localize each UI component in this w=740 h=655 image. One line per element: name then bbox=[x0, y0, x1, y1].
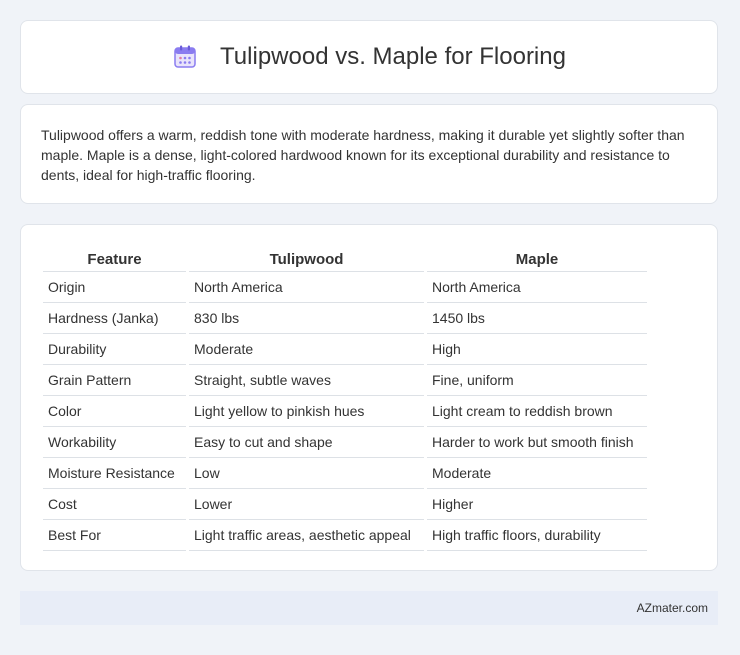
feature-cell: Grain Pattern bbox=[43, 365, 186, 396]
feature-cell: Moisture Resistance bbox=[43, 458, 186, 489]
table-row: Best For Light traffic areas, aesthetic a… bbox=[43, 520, 647, 551]
maple-cell: 1450 lbs bbox=[427, 303, 647, 334]
table-header-row: Feature Tulipwood Maple bbox=[43, 245, 647, 272]
footer-brand: AZmater.com bbox=[636, 601, 708, 615]
maple-cell: North America bbox=[427, 272, 647, 303]
maple-cell: High bbox=[427, 334, 647, 365]
feature-cell: Color bbox=[43, 396, 186, 427]
tulipwood-cell: Straight, subtle waves bbox=[189, 365, 424, 396]
tulipwood-cell: North America bbox=[189, 272, 424, 303]
maple-cell: High traffic floors, durability bbox=[427, 520, 647, 551]
tulipwood-cell: Easy to cut and shape bbox=[189, 427, 424, 458]
tulipwood-cell: Light yellow to pinkish hues bbox=[189, 396, 424, 427]
table-row: Grain Pattern Straight, subtle waves Fine,… bbox=[43, 365, 647, 396]
page-title: Tulipwood vs. Maple for Flooring bbox=[220, 43, 566, 70]
calendar-icon bbox=[172, 44, 198, 70]
table-row: Color Light yellow to pinkish hues Light c… bbox=[43, 396, 647, 427]
table-row: Durability Moderate High bbox=[43, 334, 647, 365]
feature-cell: Best For bbox=[43, 520, 186, 551]
footer: AZmater.com bbox=[20, 591, 718, 625]
tulipwood-cell: Lower bbox=[189, 489, 424, 520]
table-row: Workability Easy to cut and shape Harder t… bbox=[43, 427, 647, 458]
feature-cell: Durability bbox=[43, 334, 186, 365]
table-row: Origin North America North America bbox=[43, 272, 647, 303]
table-row: Moisture Resistance Low Moderate bbox=[43, 458, 647, 489]
comparison-table-card: Feature Tulipwood Maple Origin North Amer… bbox=[20, 224, 718, 571]
comparison-table: Feature Tulipwood Maple Origin North Amer… bbox=[40, 245, 650, 551]
tulipwood-cell: 830 lbs bbox=[189, 303, 424, 334]
table-row: Hardness (Janka) 830 lbs 1450 lbs bbox=[43, 303, 647, 334]
maple-cell: Light cream to reddish brown bbox=[427, 396, 647, 427]
table-row: Cost Lower Higher bbox=[43, 489, 647, 520]
maple-cell: Harder to work but smooth finish bbox=[427, 427, 647, 458]
description-text: Tulipwood offers a warm, reddish tone wi… bbox=[41, 127, 685, 183]
column-header-maple: Maple bbox=[427, 245, 647, 272]
description-card: Tulipwood offers a warm, reddish tone wi… bbox=[20, 104, 718, 204]
feature-cell: Origin bbox=[43, 272, 186, 303]
column-header-feature: Feature bbox=[43, 245, 186, 272]
column-header-tulipwood: Tulipwood bbox=[189, 245, 424, 272]
feature-cell: Workability bbox=[43, 427, 186, 458]
maple-cell: Fine, uniform bbox=[427, 365, 647, 396]
tulipwood-cell: Moderate bbox=[189, 334, 424, 365]
tulipwood-cell: Light traffic areas, aesthetic appeal bbox=[189, 520, 424, 551]
feature-cell: Hardness (Janka) bbox=[43, 303, 186, 334]
maple-cell: Higher bbox=[427, 489, 647, 520]
maple-cell: Moderate bbox=[427, 458, 647, 489]
feature-cell: Cost bbox=[43, 489, 186, 520]
tulipwood-cell: Low bbox=[189, 458, 424, 489]
title-card: Tulipwood vs. Maple for Flooring bbox=[20, 20, 718, 94]
